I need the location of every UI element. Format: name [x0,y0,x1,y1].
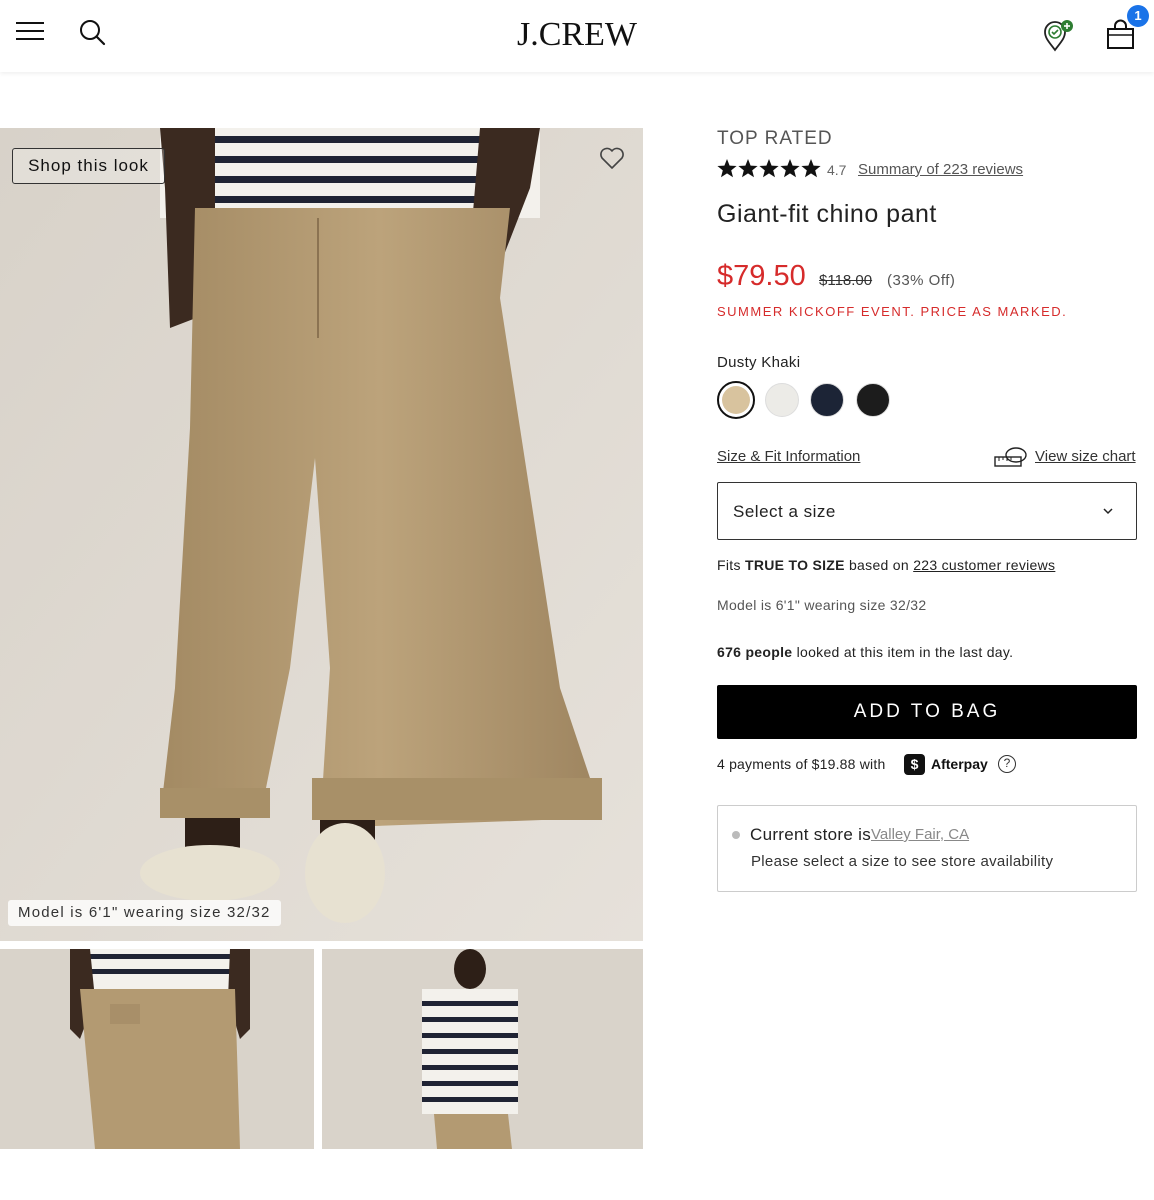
reviews-summary-link[interactable]: Summary of 223 reviews [858,161,1023,178]
product-thumbnail-back[interactable] [0,949,314,1149]
customer-reviews-link[interactable]: 223 customer reviews [913,557,1055,573]
size-fit-info-link[interactable]: Size & Fit Information [717,448,860,465]
model-size-info: Model is 6'1" wearing size 32/32 [717,597,927,613]
rating-stars-icon [717,159,821,178]
size-select-value: Select a size [733,502,836,521]
store-availability-box [717,805,1137,892]
current-store-label: Current store is [750,825,872,844]
product-main-image[interactable] [0,128,643,941]
product-thumbnail-front[interactable] [322,949,643,1149]
measuring-tape-icon[interactable] [994,446,1028,468]
promo-message: SUMMER KICKOFF EVENT. PRICE AS MARKED. [717,304,1068,319]
search-icon[interactable] [78,18,108,48]
sale-price: $79.50 [717,260,806,292]
view-size-chart-link[interactable]: View size chart [1035,448,1136,465]
color-swatch-black[interactable] [856,383,890,417]
store-status-dot [732,831,740,839]
store-availability-hint: Please select a size to see store availa… [751,853,1054,870]
jcrew-logo[interactable]: J.CREW [477,10,677,60]
rating-value: 4.7 [827,162,847,178]
current-store-link[interactable]: Valley Fair, CA [871,826,969,843]
selected-color-label: Dusty Khaki [717,354,801,371]
fit-value: TRUE TO SIZE [744,557,845,573]
fit-summary: Fits TRUE TO SIZE based on 223 customer … [717,557,1056,573]
site-header: J.CREW 1 [0,0,1154,72]
bag-count-badge: 1 [1127,5,1149,27]
heart-icon[interactable] [598,144,626,172]
color-swatch-white[interactable] [765,383,799,417]
shop-this-look-button[interactable]: Shop this look [12,148,165,184]
original-price: $118.00 [819,272,873,289]
size-select-dropdown[interactable]: Select a size [717,482,1137,540]
color-swatch-dusty-khaki[interactable] [717,381,755,419]
product-title: Giant-fit chino pant [717,200,937,228]
afterpay-icon: $ [904,754,925,775]
afterpay-brand: Afterpay [931,756,988,772]
store-locator-icon[interactable] [1040,18,1076,54]
social-proof-message: 676 people looked at this item in the la… [717,644,1014,660]
top-rated-badge: TOP RATED [717,128,833,149]
add-to-bag-button[interactable]: ADD TO BAG [717,685,1137,739]
model-size-caption: Model is 6'1" wearing size 32/32 [8,900,281,926]
menu-icon[interactable] [16,22,44,44]
color-swatch-navy[interactable] [810,383,844,417]
chevron-down-icon [1103,508,1113,515]
afterpay-message: 4 payments of $19.88 with [717,756,886,772]
afterpay-help-icon[interactable]: ? [998,755,1016,773]
discount-percent: (33% Off) [887,272,956,289]
